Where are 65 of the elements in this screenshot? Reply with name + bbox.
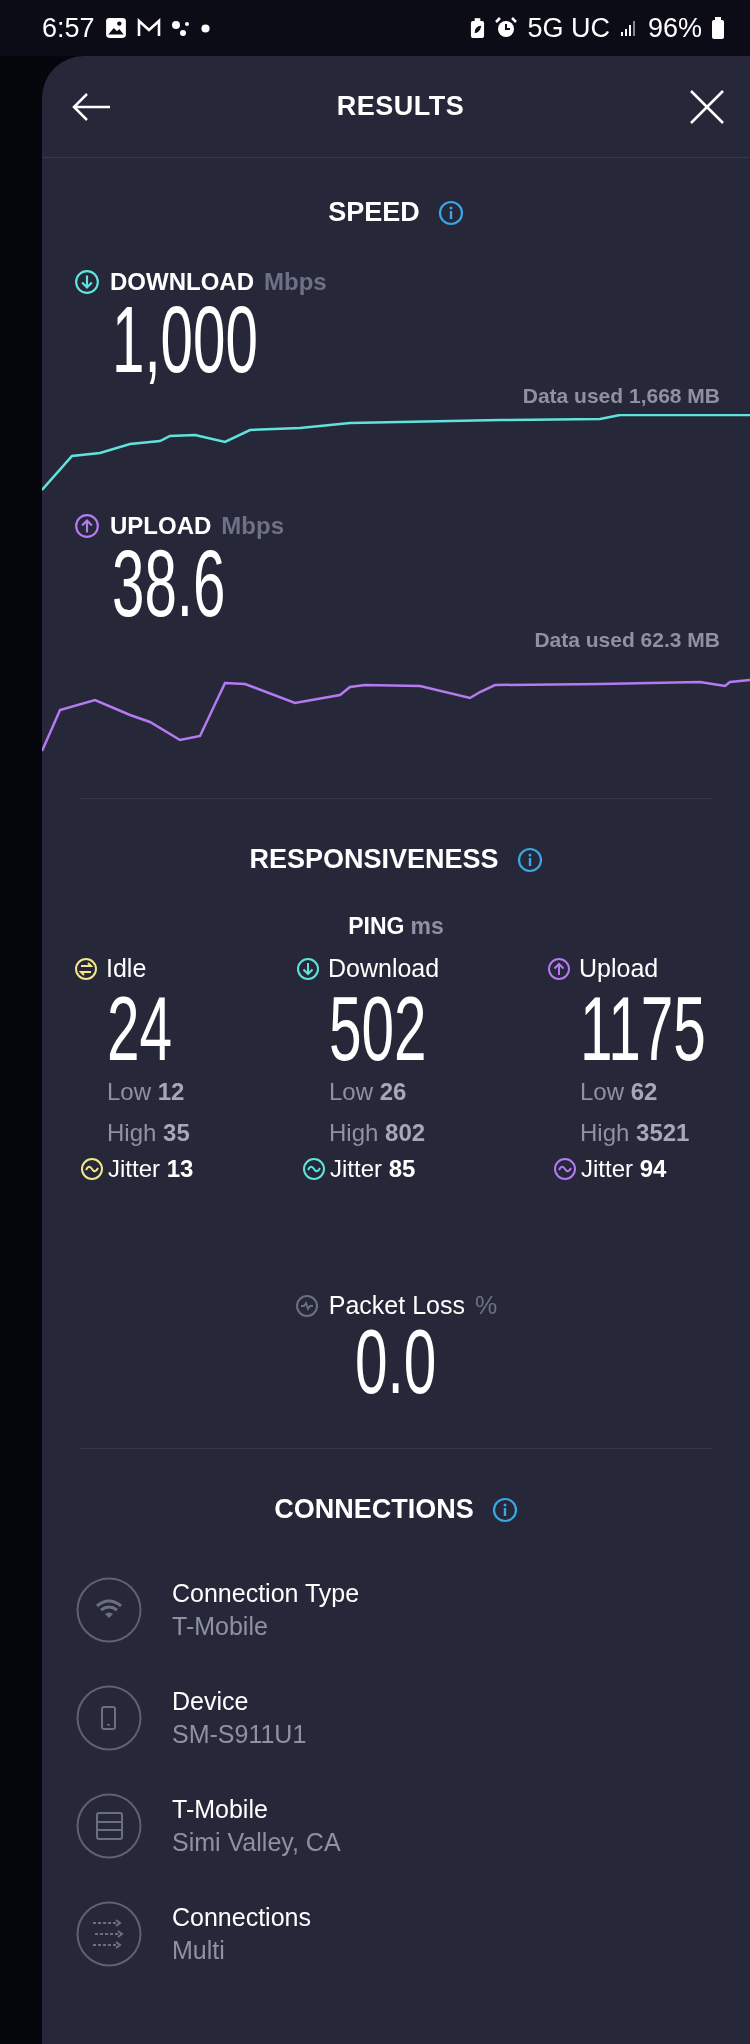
packet-loss-icon (294, 1293, 319, 1318)
battery-percent: 96% (647, 12, 702, 44)
unit-label: Mbps (264, 268, 327, 296)
section-title: CONNECTIONS (274, 1494, 474, 1525)
info-icon[interactable] (516, 846, 543, 873)
low-value: Low 26 (329, 1077, 407, 1107)
ping-value: 502 (329, 987, 427, 1071)
signal-icon (619, 19, 638, 37)
unit-label: Mbps (221, 512, 284, 540)
back-button[interactable] (72, 91, 112, 122)
screen-title: RESULTS (336, 91, 465, 122)
ping-value: 24 (107, 987, 173, 1071)
connection-detail: T-Mobile (172, 1612, 269, 1641)
data-used-label: Data used 62.3 MB (534, 628, 720, 652)
dots-icon (170, 18, 191, 38)
ping-value: 1175 (580, 987, 706, 1071)
close-button[interactable] (689, 88, 725, 125)
server-icon (76, 1793, 142, 1859)
high-value: High 3521 (580, 1118, 690, 1148)
test-label: UPLOAD (110, 512, 212, 540)
connection-title: Device (172, 1687, 250, 1716)
unit-label: ms (410, 913, 444, 940)
phone-icon (76, 1685, 142, 1751)
jitter-value: Jitter 13 (108, 1155, 194, 1183)
ping-type-label: Upload (579, 954, 659, 983)
idle-icon (74, 956, 98, 981)
jitter-icon (553, 1157, 577, 1181)
status-time: 6:57 (42, 12, 95, 44)
section-title: SPEED (328, 197, 420, 228)
connection-title: Connections (172, 1903, 311, 1932)
packet-loss-label: Packet Loss (328, 1291, 465, 1320)
connection-title: T-Mobile (172, 1795, 269, 1824)
connection-detail: SM-S911U1 (172, 1720, 307, 1749)
connection-detail: Multi (172, 1936, 226, 1965)
data-used-label: Data used 1,668 MB (522, 384, 720, 408)
alarm-icon (495, 17, 518, 39)
packet-loss-value: 0.0 (355, 1320, 437, 1404)
ping-label: PING (348, 913, 405, 940)
mail-icon (136, 18, 161, 38)
ping-type-label: Download (328, 954, 440, 983)
unit-label: % (474, 1291, 498, 1320)
multiple-arrows-icon (76, 1901, 142, 1967)
ping-type-label: Idle (106, 954, 147, 983)
jitter-value: Jitter 94 (581, 1155, 667, 1183)
gallery-icon (104, 17, 127, 39)
battery-saver-icon (470, 17, 486, 39)
low-value: Low 62 (580, 1077, 658, 1107)
section-title: RESPONSIVENESS (249, 844, 499, 875)
speed-value: 38.6 (112, 540, 226, 628)
notification-dot-icon (200, 23, 210, 33)
connection-title: Connection Type (172, 1579, 360, 1608)
high-value: High 802 (329, 1118, 426, 1148)
speed-value: 1,000 (112, 296, 258, 384)
jitter-icon (302, 1157, 326, 1181)
info-icon[interactable] (437, 199, 464, 226)
test-label: DOWNLOAD (110, 268, 254, 296)
wifi-icon (76, 1577, 142, 1643)
low-value: Low 12 (107, 1077, 185, 1107)
jitter-icon (80, 1157, 104, 1181)
info-icon[interactable] (491, 1496, 518, 1523)
high-value: High 35 (107, 1118, 190, 1148)
jitter-value: Jitter 85 (330, 1155, 416, 1183)
network-type: 5G UC (527, 12, 610, 44)
connection-detail: Simi Valley, CA (172, 1828, 341, 1857)
battery-icon (712, 17, 724, 39)
